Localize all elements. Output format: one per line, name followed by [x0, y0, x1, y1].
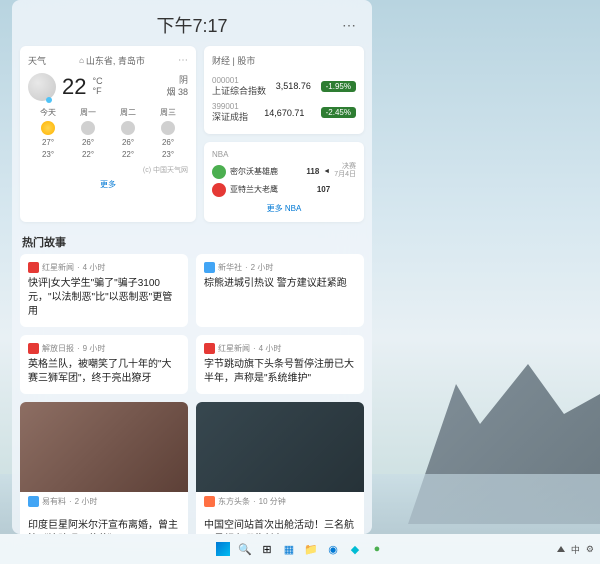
news-image-item[interactable]: 东方头条 · 10 分钟 中国空间站首次出舱活动！三名航天员都有哪些任务？: [196, 402, 364, 534]
change-badge: -1.95%: [321, 81, 356, 92]
source-icon: [28, 343, 39, 354]
weather-attrib: (c) 中国天气网: [28, 165, 188, 175]
forecast-row: 今天27°23° 周一26°22° 周二26°22° 周三26°23°: [28, 107, 188, 161]
cloud-icon: [121, 121, 135, 135]
weather-condition-icon: [28, 73, 56, 101]
taskbar[interactable]: 🔍 ⊞ ▦ 📁 ◉ ◆ ● 中 ⚙: [0, 534, 600, 564]
nba-more-link[interactable]: 更多 NBA: [212, 203, 356, 214]
home-icon: ⌂: [79, 56, 84, 65]
settings-icon[interactable]: ⚙: [586, 544, 594, 555]
news-item[interactable]: 新华社 · 2 小时 棕熊进城引热议 警方建议赶紧跑: [196, 254, 364, 327]
weather-card[interactable]: 天气 ⌂ 山东省, 青岛市 ⋯ 22 °C°F 阴烟 38 今天27°23° 周…: [20, 46, 196, 222]
weather-title: 天气: [28, 54, 46, 67]
news-item[interactable]: 解放日报 · 9 小时 英格兰队，被嘲笑了几十年的"大赛三狮军团"，终于亮出獠牙: [20, 335, 188, 394]
current-temp: 22: [62, 74, 86, 100]
nba-card[interactable]: NBA 密尔沃基雄鹿118◄ 亚特兰大老鹰107 决赛7月4日 更多 NBA: [204, 142, 364, 222]
team-icon: [212, 183, 226, 197]
widgets-icon[interactable]: ▦: [280, 540, 298, 558]
source-icon: [28, 496, 39, 507]
finance-card[interactable]: 财经 | 股市 000001上证综合指数 3,518.76 -1.95% 399…: [204, 46, 364, 134]
stock-row[interactable]: 399001深证成指 14,670.71 -2.45%: [212, 99, 356, 125]
source-icon: [204, 262, 215, 273]
widgets-panel[interactable]: 下午7:17 ⋯ 天气 ⌂ 山东省, 青岛市 ⋯ 22 °C°F 阴烟 38 今…: [12, 0, 372, 534]
task-view-icon[interactable]: ⊞: [258, 540, 276, 558]
panel-time: 下午7:17: [156, 12, 227, 38]
card-options-icon[interactable]: ⋯: [178, 55, 188, 66]
tray-expand-icon[interactable]: [557, 546, 565, 552]
explorer-icon[interactable]: 📁: [302, 540, 320, 558]
sun-icon: [41, 121, 55, 135]
source-icon: [28, 262, 39, 273]
news-image-item[interactable]: 易有料 · 2 小时 印度巨星阿米尔汗宣布离婚，曾主演《摔跤吧！爸爸》: [20, 402, 188, 534]
edge-icon[interactable]: ◉: [324, 540, 342, 558]
finance-tabs[interactable]: 财经 | 股市: [212, 54, 356, 67]
change-badge: -2.45%: [321, 107, 356, 118]
source-icon: [204, 343, 215, 354]
hot-stories-title: 热门故事: [20, 230, 364, 254]
team-icon: [212, 165, 226, 179]
start-button[interactable]: [214, 540, 232, 558]
search-icon[interactable]: 🔍: [236, 540, 254, 558]
news-thumbnail: [20, 402, 188, 492]
weather-location: ⌂ 山东省, 青岛市: [79, 54, 145, 67]
source-icon: [204, 496, 215, 507]
stock-row[interactable]: 000001上证综合指数 3,518.76 -1.95%: [212, 73, 356, 99]
panel-menu-icon[interactable]: ⋯: [342, 17, 356, 34]
app-icon[interactable]: ●: [368, 540, 386, 558]
app-icon[interactable]: ◆: [346, 540, 364, 558]
news-item[interactable]: 红星新闻 · 4 小时 快评|女大学生"骗了"骗子3100元，"以法制恶"比"以…: [20, 254, 188, 327]
cloud-icon: [81, 121, 95, 135]
weather-more-link[interactable]: 更多: [28, 179, 188, 190]
news-thumbnail: [196, 402, 364, 492]
cloud-icon: [161, 121, 175, 135]
news-item[interactable]: 红星新闻 · 4 小时 字节跳动旗下头条号暂停注册已大半年，声称是"系统维护": [196, 335, 364, 394]
ime-icon[interactable]: 中: [571, 543, 580, 556]
